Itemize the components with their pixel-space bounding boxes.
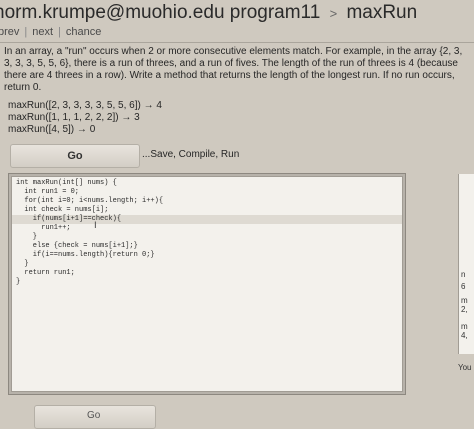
description-line: return 0.: [4, 82, 42, 93]
code-line: }: [16, 278, 21, 286]
example-line: maxRun([2, 3, 3, 3, 3, 5, 5, 6]) → 4: [8, 100, 162, 111]
user-email[interactable]: norm.krumpe@muohio.edu: [0, 2, 225, 23]
go-button[interactable]: Go: [10, 144, 140, 168]
code-line: run1++;: [16, 224, 71, 232]
result-fragment: m: [461, 322, 468, 331]
code-line: for(int i=0; i<nums.length; i++){: [16, 197, 164, 205]
description-line: In an array, a "run" occurs when 2 or mo…: [4, 46, 463, 57]
breadcrumb: norm.krumpe@muohio.edu program11 > maxRu…: [0, 0, 417, 27]
description-line: there are 4 threes in a row). Write a me…: [4, 70, 455, 81]
results-panel: n 6 m 2, m 4,: [458, 174, 474, 354]
code-editor-textarea[interactable]: int maxRun(int[] nums) { int run1 = 0; f…: [11, 176, 403, 392]
results-label: You: [458, 363, 472, 372]
code-line: else {check = nums[i+1];}: [16, 242, 138, 250]
bottom-go-label: Go: [87, 410, 101, 421]
code-line: if(nums[i+1]==check){: [16, 215, 122, 223]
example-line: maxRun([1, 1, 1, 2, 2, 2]) → 3: [8, 112, 140, 123]
example-line: maxRun([4, 5]) → 0: [8, 124, 96, 135]
header-divider: [0, 42, 474, 43]
result-fragment: n: [461, 270, 466, 279]
problem-nav: prev | next | chance: [0, 26, 102, 38]
examples-list: maxRun([2, 3, 3, 3, 3, 5, 5, 6]) → 4 max…: [8, 100, 162, 136]
problem-description: In an array, a "run" occurs when 2 or mo…: [4, 46, 474, 94]
text-cursor-icon: I: [94, 221, 97, 231]
code-line: int maxRun(int[] nums) {: [16, 179, 117, 187]
breadcrumb-separator: >: [329, 6, 338, 21]
result-fragment: 6: [461, 282, 466, 291]
code-line: }: [16, 260, 29, 268]
result-fragment: m: [461, 296, 468, 305]
result-fragment: 2,: [461, 305, 468, 314]
code-line: if(i==nums.length){return 0;}: [16, 251, 155, 259]
code-editor[interactable]: int maxRun(int[] nums) { int run1 = 0; f…: [8, 173, 406, 395]
result-fragment: 4,: [461, 331, 468, 340]
description-line: 3, 3, 3, 5, 5, 6}, there is a run of thr…: [4, 58, 458, 69]
go-hint: ...Save, Compile, Run: [142, 149, 240, 160]
code-line: return run1;: [16, 269, 75, 277]
bottom-go-button[interactable]: Go: [34, 405, 156, 429]
prev-link[interactable]: prev: [0, 26, 19, 38]
next-link[interactable]: next: [32, 26, 53, 38]
problem-title: maxRun: [346, 2, 418, 23]
code-line: int run1 = 0;: [16, 188, 80, 196]
code-line: }: [16, 233, 38, 241]
chance-link[interactable]: chance: [66, 26, 101, 38]
code-line: int check = nums[i];: [16, 206, 109, 214]
course-link[interactable]: program11: [230, 2, 320, 23]
